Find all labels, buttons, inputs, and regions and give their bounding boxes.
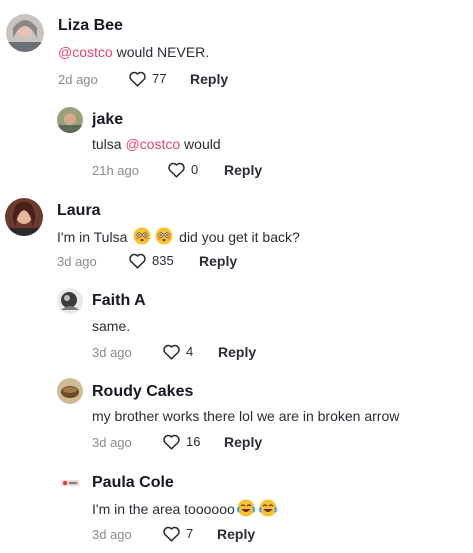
reply-button[interactable]: Reply bbox=[224, 162, 262, 178]
heart-outline-icon bbox=[129, 71, 146, 87]
comment-text: @costco would NEVER. bbox=[58, 44, 210, 60]
comment-text: same. bbox=[92, 318, 131, 334]
like-count: 16 bbox=[186, 434, 201, 449]
reply-button[interactable]: Reply bbox=[199, 253, 237, 269]
like-button[interactable]: 835 bbox=[128, 252, 174, 269]
like-button[interactable]: 0 bbox=[167, 161, 198, 178]
username[interactable]: Liza Bee bbox=[58, 17, 123, 35]
like-count: 77 bbox=[152, 71, 167, 86]
reply-button[interactable]: Reply bbox=[190, 71, 228, 87]
reply-roudy-cakes: Roudy Cakes my brother works there lol w… bbox=[0, 375, 473, 465]
comment-age: 3d ago bbox=[92, 435, 132, 450]
like-count: 4 bbox=[186, 344, 194, 359]
like-count: 7 bbox=[186, 526, 194, 541]
like-button[interactable]: 7 bbox=[162, 525, 193, 542]
comment-text: tulsa @costco would bbox=[92, 136, 221, 152]
flushed-face-emoji bbox=[133, 227, 151, 248]
comment-text: I'm in the area toooooo bbox=[92, 499, 279, 520]
reply-button[interactable]: Reply bbox=[218, 344, 256, 360]
comment-age: 21h ago bbox=[92, 163, 139, 178]
avatar[interactable] bbox=[5, 198, 43, 236]
username[interactable]: Faith A bbox=[92, 292, 146, 310]
heart-outline-icon bbox=[163, 526, 180, 542]
reply-button[interactable]: Reply bbox=[217, 526, 255, 542]
comment-age: 3d ago bbox=[57, 254, 97, 269]
mention-link[interactable]: @costco bbox=[58, 44, 113, 60]
like-button[interactable]: 16 bbox=[162, 433, 200, 450]
comment-text: my brother works there lol we are in bro… bbox=[92, 408, 400, 424]
like-button[interactable]: 4 bbox=[162, 343, 193, 360]
comment-age: 3d ago bbox=[92, 345, 132, 360]
heart-outline-icon bbox=[129, 253, 146, 269]
comment-age: 2d ago bbox=[58, 72, 98, 87]
reply-faith-a: Faith A same. 3d ago 4 Reply bbox=[0, 285, 473, 375]
username[interactable]: Roudy Cakes bbox=[92, 383, 193, 401]
reply-button[interactable]: Reply bbox=[224, 434, 262, 450]
avatar[interactable] bbox=[6, 14, 44, 52]
avatar[interactable] bbox=[57, 107, 83, 133]
like-button[interactable]: 77 bbox=[128, 70, 166, 87]
like-count: 0 bbox=[191, 162, 199, 177]
comment-laura: Laura I'm in Tulsa did you get it back? … bbox=[0, 190, 473, 285]
comment-age: 3d ago bbox=[92, 527, 132, 542]
mention-link[interactable]: @costco bbox=[125, 136, 180, 152]
avatar[interactable] bbox=[57, 378, 83, 404]
flushed-face-emoji bbox=[155, 227, 173, 248]
comment-text: I'm in Tulsa did you get it back? bbox=[57, 227, 300, 248]
like-count: 835 bbox=[152, 253, 174, 268]
avatar[interactable] bbox=[57, 288, 83, 314]
laughing-crying-emoji bbox=[258, 499, 277, 520]
username[interactable]: Laura bbox=[57, 202, 101, 220]
username[interactable]: jake bbox=[92, 111, 123, 129]
reply-jake: jake tulsa @costco would 21h ago 0 Reply bbox=[0, 100, 473, 190]
heart-outline-icon bbox=[163, 434, 180, 450]
laughing-crying-emoji bbox=[236, 499, 255, 520]
username[interactable]: Paula Cole bbox=[92, 474, 174, 492]
avatar[interactable] bbox=[57, 470, 83, 496]
heart-outline-icon bbox=[163, 344, 180, 360]
reply-paula-cole: Paula Cole I'm in the area toooooo 3d ag… bbox=[0, 465, 473, 553]
heart-outline-icon bbox=[168, 162, 185, 178]
comment-liza-bee: Liza Bee @costco would NEVER. 2d ago 77 … bbox=[0, 0, 473, 100]
